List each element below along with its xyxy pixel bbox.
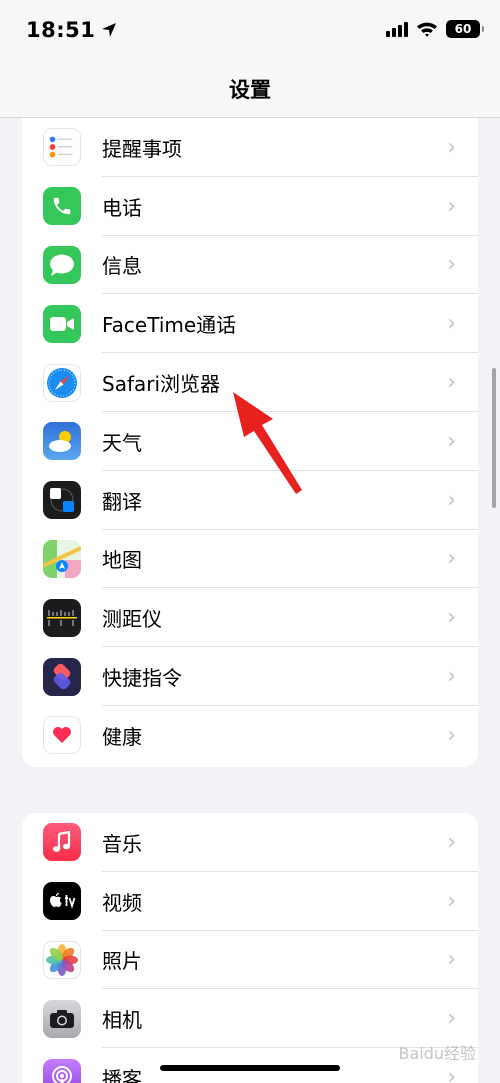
scrollbar[interactable]: [492, 368, 496, 508]
facetime-icon: [43, 304, 81, 343]
chevron-right-icon: ›: [447, 888, 456, 914]
page-title: 设置: [229, 78, 271, 102]
chevron-right-icon: ›: [447, 487, 456, 513]
settings-row-maps[interactable]: 地图 ›: [22, 530, 478, 589]
safari-icon: [43, 363, 81, 402]
chevron-right-icon: ›: [447, 311, 456, 337]
chevron-right-icon: ›: [447, 252, 456, 278]
settings-group-apps: 提醒事项 › 电话 › 信息 › FaceTime通话 › Safari浏览器 …: [22, 118, 478, 767]
settings-row-label: 天气: [102, 430, 142, 455]
settings-row-label: 播客: [102, 1067, 142, 1083]
phone-icon: [43, 187, 81, 226]
cellular-signal-icon: [386, 21, 408, 37]
chevron-right-icon: ›: [447, 947, 456, 973]
settings-row-safari[interactable]: Safari浏览器 ›: [22, 353, 478, 412]
battery-icon: 60: [446, 20, 484, 38]
location-arrow-icon: [102, 23, 117, 37]
settings-row-reminders[interactable]: 提醒事项 ›: [22, 118, 478, 177]
photos-icon: [43, 940, 81, 979]
chevron-right-icon: ›: [447, 664, 456, 690]
settings-row-label: 提醒事项: [102, 136, 182, 161]
tv-icon: [43, 882, 81, 921]
messages-icon: [43, 245, 81, 284]
settings-row-label: Safari浏览器: [102, 372, 221, 397]
settings-row-label: FaceTime通话: [102, 313, 237, 338]
measure-icon: [43, 598, 81, 637]
settings-row-tv[interactable]: 视频 ›: [22, 872, 478, 931]
status-indicators: 60: [386, 20, 484, 38]
chevron-right-icon: ›: [447, 134, 456, 160]
home-indicator[interactable]: [160, 1065, 340, 1071]
settings-row-label: 相机: [102, 1008, 142, 1033]
status-time: 18:51: [26, 18, 117, 42]
settings-row-label: 快捷指令: [102, 666, 182, 691]
settings-row-photos[interactable]: 照片 ›: [22, 931, 478, 990]
settings-row-music[interactable]: 音乐 ›: [22, 813, 478, 872]
chevron-right-icon: ›: [447, 829, 456, 855]
settings-row-shortcuts[interactable]: 快捷指令 ›: [22, 647, 478, 706]
settings-row-label: 照片: [102, 949, 142, 974]
chevron-right-icon: ›: [447, 193, 456, 219]
weather-icon: [43, 422, 81, 461]
music-icon: [43, 823, 81, 862]
navigation-bar: 18:51 60 设置: [0, 0, 500, 118]
settings-row-label: 视频: [102, 890, 142, 915]
chevron-right-icon: ›: [447, 605, 456, 631]
chevron-right-icon: ›: [447, 546, 456, 572]
maps-icon: [43, 539, 81, 578]
settings-row-phone[interactable]: 电话 ›: [22, 177, 478, 236]
wifi-icon: [417, 22, 437, 37]
settings-row-label: 健康: [102, 724, 142, 749]
settings-row-health[interactable]: 健康 ›: [22, 706, 478, 765]
translate-icon: [43, 481, 81, 520]
chevron-right-icon: ›: [447, 1065, 456, 1083]
settings-row-label: 翻译: [102, 489, 142, 514]
shortcuts-icon: [43, 657, 81, 696]
chevron-right-icon: ›: [447, 370, 456, 396]
settings-row-label: 测距仪: [102, 607, 162, 632]
health-icon: [43, 716, 81, 755]
watermark: Baidu经验: [398, 1044, 476, 1063]
settings-row-measure[interactable]: 测距仪 ›: [22, 588, 478, 648]
podcasts-icon: [43, 1058, 81, 1083]
settings-row-translate[interactable]: 翻译 ›: [22, 471, 478, 530]
battery-level: 60: [454, 22, 472, 36]
chevron-right-icon: ›: [447, 1006, 456, 1032]
settings-row-facetime[interactable]: FaceTime通话 ›: [22, 294, 478, 354]
reminders-icon: [43, 128, 81, 167]
settings-row-label: 音乐: [102, 831, 142, 856]
settings-row-label: 电话: [102, 195, 142, 220]
chevron-right-icon: ›: [447, 428, 456, 454]
status-time-text: 18:51: [26, 18, 96, 42]
camera-icon: [43, 999, 81, 1038]
settings-row-messages[interactable]: 信息 ›: [22, 236, 478, 295]
settings-row-label: 信息: [102, 254, 142, 279]
settings-row-weather[interactable]: 天气 ›: [22, 412, 478, 471]
settings-row-label: 地图: [102, 548, 142, 573]
chevron-right-icon: ›: [447, 722, 456, 748]
